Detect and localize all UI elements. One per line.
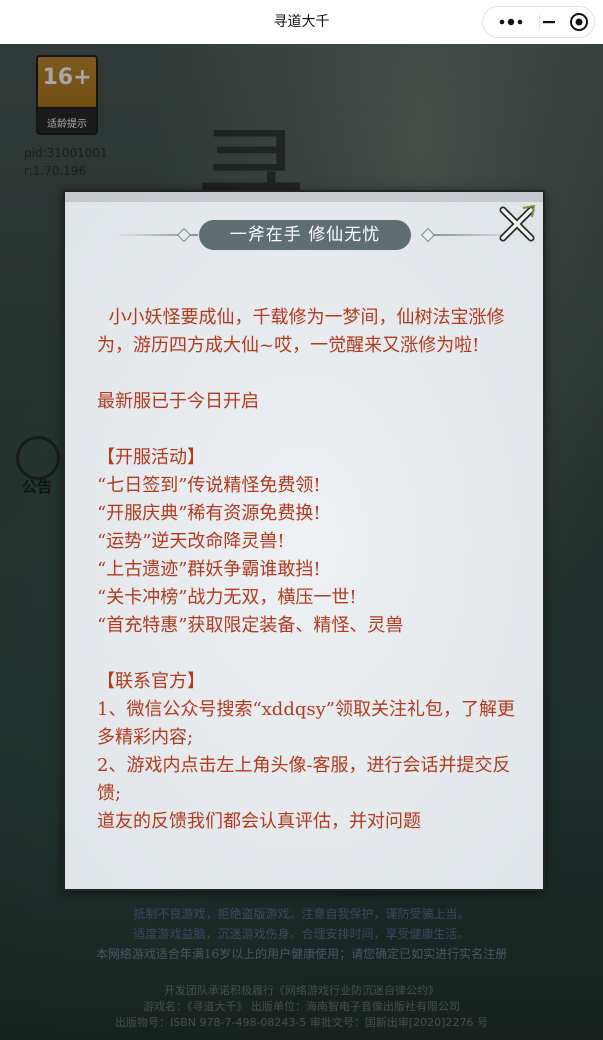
server-open-text: 最新服已于今日开启	[97, 391, 259, 412]
section-heading-contact: 【联系官方】	[97, 671, 205, 692]
close-x-icon[interactable]	[497, 204, 537, 244]
banner-ornament-dot-left	[176, 227, 192, 243]
mini-program-navbar: 寻道大千	[0, 0, 603, 44]
modal-title: 一斧在手 修仙无忧	[229, 225, 381, 245]
mini-program-close-button[interactable]	[539, 7, 595, 37]
intro-paragraph: 小小妖怪要成仙，千载修为一梦间，仙树法宝涨修为，游历四方成大仙~哎，一觉醒来又涨…	[97, 307, 505, 356]
minimize-icon	[543, 21, 555, 24]
more-dots-icon[interactable]	[483, 7, 539, 37]
capsule-menu	[482, 6, 595, 38]
modal-content: 小小妖怪要成仙，千载修为一梦间，仙树法宝涨修为，游历四方成大仙~哎，一觉醒来又涨…	[97, 304, 517, 836]
contact-item: 2、游戏内点击左上角头像-客服，进行会话并提交反馈;	[97, 755, 511, 804]
contact-item: 1、微信公众号搜索“xddqsy”领取关注礼包，了解更多精彩内容;	[97, 699, 515, 748]
event-item: “开服庆典”稀有资源免费换!	[97, 503, 321, 524]
section-heading-events: 【开服活动】	[97, 447, 205, 468]
event-item: “关卡冲榜”战力无双，横压一世!	[97, 587, 357, 608]
contact-item: 道友的反馈我们都会认真评估，并对问题	[97, 811, 421, 832]
event-item: “七日签到”传说精怪免费领!	[97, 475, 321, 496]
announcement-modal: 一斧在手 修仙无忧 小小妖怪要成仙，千载修为一梦间，仙树法宝涨修为，游历四方成大…	[63, 190, 545, 891]
event-item: “首充特惠”获取限定装备、精怪、灵兽	[97, 615, 404, 636]
modal-banner: 一斧在手 修仙无忧	[199, 220, 411, 250]
event-item: “上古遗迹”群妖争霸谁敢挡!	[97, 559, 321, 580]
event-item: “运势”逆天改命降灵兽!	[97, 531, 285, 552]
modal-top-edge	[65, 192, 543, 202]
